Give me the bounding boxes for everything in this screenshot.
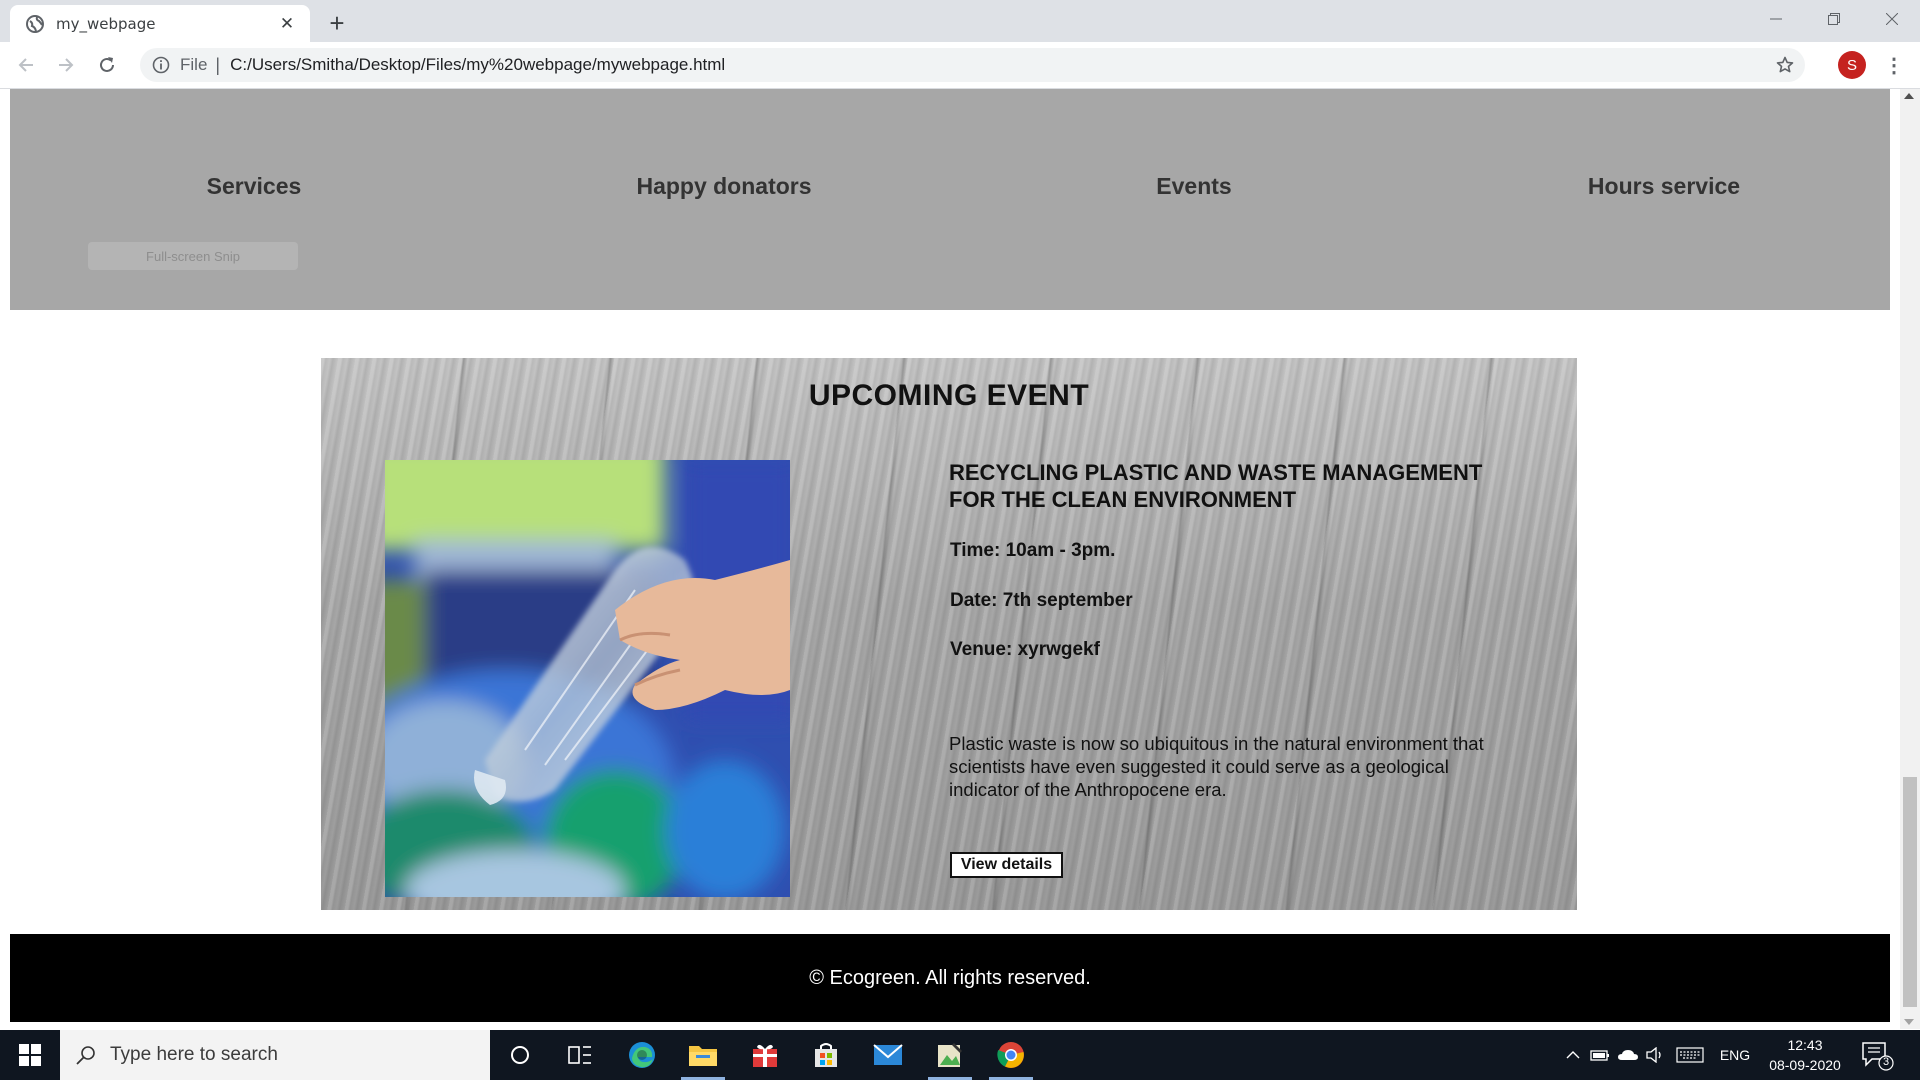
close-window-button[interactable] xyxy=(1864,0,1920,38)
info-icon[interactable] xyxy=(152,56,170,74)
taskbar-clock[interactable]: 12:43 08-09-2020 xyxy=(1760,1035,1850,1075)
globe-icon xyxy=(26,14,44,33)
windows-logo-icon xyxy=(19,1044,41,1066)
start-button[interactable] xyxy=(0,1030,60,1080)
page-scrollbar[interactable] xyxy=(1900,89,1920,1029)
onedrive-cloud-icon[interactable] xyxy=(1614,1048,1642,1062)
browser-menu-icon[interactable]: ⋮ xyxy=(1880,49,1908,81)
view-details-button[interactable]: View details xyxy=(950,852,1063,878)
image-editor-icon xyxy=(938,1043,962,1067)
taskbar-gift-app[interactable] xyxy=(735,1030,795,1080)
browser-toolbar: File | C:/Users/Smitha/Desktop/Files/my%… xyxy=(0,42,1920,89)
taskbar-chrome[interactable] xyxy=(981,1030,1041,1080)
scroll-down-arrow-icon[interactable] xyxy=(1904,1019,1914,1025)
file-scheme-label: File xyxy=(180,55,208,74)
stat-label-services: Services xyxy=(206,173,302,199)
gift-icon xyxy=(753,1044,777,1067)
scroll-up-arrow-icon[interactable] xyxy=(1904,93,1914,99)
browser-tab-strip: my_webpage ✕ + xyxy=(0,0,1920,42)
event-photo-plastic-bottle xyxy=(385,460,790,897)
reload-button[interactable] xyxy=(91,49,123,81)
clock-date: 08-09-2020 xyxy=(1769,1057,1841,1073)
event-title-line-2: FOR THE CLEAN ENVIRONMENT xyxy=(949,487,1297,512)
chevron-up-icon[interactable] xyxy=(1560,1050,1586,1060)
search-icon xyxy=(76,1046,95,1065)
taskbar-search-placeholder: Type here to search xyxy=(110,1044,278,1065)
keyboard-icon[interactable] xyxy=(1670,1047,1710,1063)
task-view-icon xyxy=(568,1046,591,1064)
new-tab-button[interactable]: + xyxy=(322,8,352,38)
taskbar-edge[interactable] xyxy=(612,1030,672,1080)
arrow-left-icon xyxy=(18,58,33,72)
taskbar-image-app[interactable] xyxy=(920,1030,980,1080)
forward-button[interactable] xyxy=(50,49,82,81)
input-language[interactable]: ENG xyxy=(1710,1047,1760,1063)
event-title: RECYCLING PLASTIC AND WASTE MANAGEMENT F… xyxy=(949,459,1549,513)
event-title-line-1: RECYCLING PLASTIC AND WASTE MANAGEMENT xyxy=(949,460,1483,485)
folder-icon xyxy=(689,1046,717,1066)
footer-copyright: © Ecogreen. All rights reserved. xyxy=(809,966,1091,989)
star-icon xyxy=(1776,56,1794,73)
taskbar-store[interactable] xyxy=(796,1030,856,1080)
event-date: Date: 7th september xyxy=(950,590,1133,611)
stat-label-events: Events xyxy=(1156,173,1232,199)
restore-button[interactable] xyxy=(1806,0,1862,38)
page-footer: © Ecogreen. All rights reserved. xyxy=(10,934,1890,1022)
snip-tooltip: Full-screen Snip xyxy=(88,242,298,270)
taskbar-search-box[interactable]: Type here to search xyxy=(60,1030,490,1080)
event-venue: Venue: xyrwgekf xyxy=(950,639,1100,660)
taskbar-mail[interactable] xyxy=(858,1030,918,1080)
notification-center-button[interactable]: 3 xyxy=(1860,1039,1896,1071)
minimize-icon xyxy=(1770,18,1782,20)
scroll-thumb[interactable] xyxy=(1903,777,1917,1007)
address-separator: | xyxy=(215,54,221,75)
stats-band: Services Happy donators Events Hours ser… xyxy=(10,89,1890,310)
page-viewport: Services Happy donators Events Hours ser… xyxy=(0,89,1900,1029)
stat-label-happy-donators: Happy donators xyxy=(636,173,812,199)
upcoming-event-section: UPCOMING EVENT RECYCLING PLASTIC AND WAS… xyxy=(321,358,1577,910)
system-tray: ENG xyxy=(1560,1030,1760,1080)
stat-label-hours-service: Hours service xyxy=(1587,173,1741,199)
cortana-button[interactable] xyxy=(490,1030,550,1080)
event-time: Time: 10am - 3pm. xyxy=(950,540,1116,561)
windows-taskbar: Type here to search ENG 12:43 08-09-2020… xyxy=(0,1030,1920,1080)
event-section-heading: UPCOMING EVENT xyxy=(808,379,1090,412)
volume-speaker-icon[interactable] xyxy=(1642,1047,1670,1063)
minimize-button[interactable] xyxy=(1748,0,1804,38)
battery-icon[interactable] xyxy=(1586,1048,1614,1062)
back-button[interactable] xyxy=(10,49,42,81)
task-view-button[interactable] xyxy=(550,1030,610,1080)
event-description: Plastic waste is now so ubiquitous in th… xyxy=(949,733,1484,800)
edge-browser-icon xyxy=(629,1042,655,1068)
reload-icon xyxy=(100,57,114,72)
notification-count: 3 xyxy=(1882,1056,1890,1068)
taskbar-file-explorer[interactable] xyxy=(673,1030,733,1080)
arrow-right-icon xyxy=(59,58,74,72)
tab-title: my_webpage xyxy=(56,14,156,33)
mail-envelope-icon xyxy=(873,1044,903,1065)
close-tab-icon[interactable]: ✕ xyxy=(278,14,296,33)
address-bar[interactable]: File | C:/Users/Smitha/Desktop/Files/my%… xyxy=(140,48,1805,82)
clock-time: 12:43 xyxy=(1787,1037,1823,1053)
bookmark-star-button[interactable] xyxy=(1765,48,1805,82)
restore-icon xyxy=(1828,13,1840,25)
store-bag-icon xyxy=(815,1043,837,1067)
cortana-circle-icon xyxy=(511,1046,529,1064)
url-text[interactable]: C:/Users/Smitha/Desktop/Files/my%20webpa… xyxy=(230,55,725,75)
profile-avatar[interactable]: S xyxy=(1838,51,1866,79)
browser-tab[interactable]: my_webpage ✕ xyxy=(10,5,310,42)
chrome-browser-icon xyxy=(997,1042,1024,1068)
close-icon xyxy=(1886,13,1898,25)
